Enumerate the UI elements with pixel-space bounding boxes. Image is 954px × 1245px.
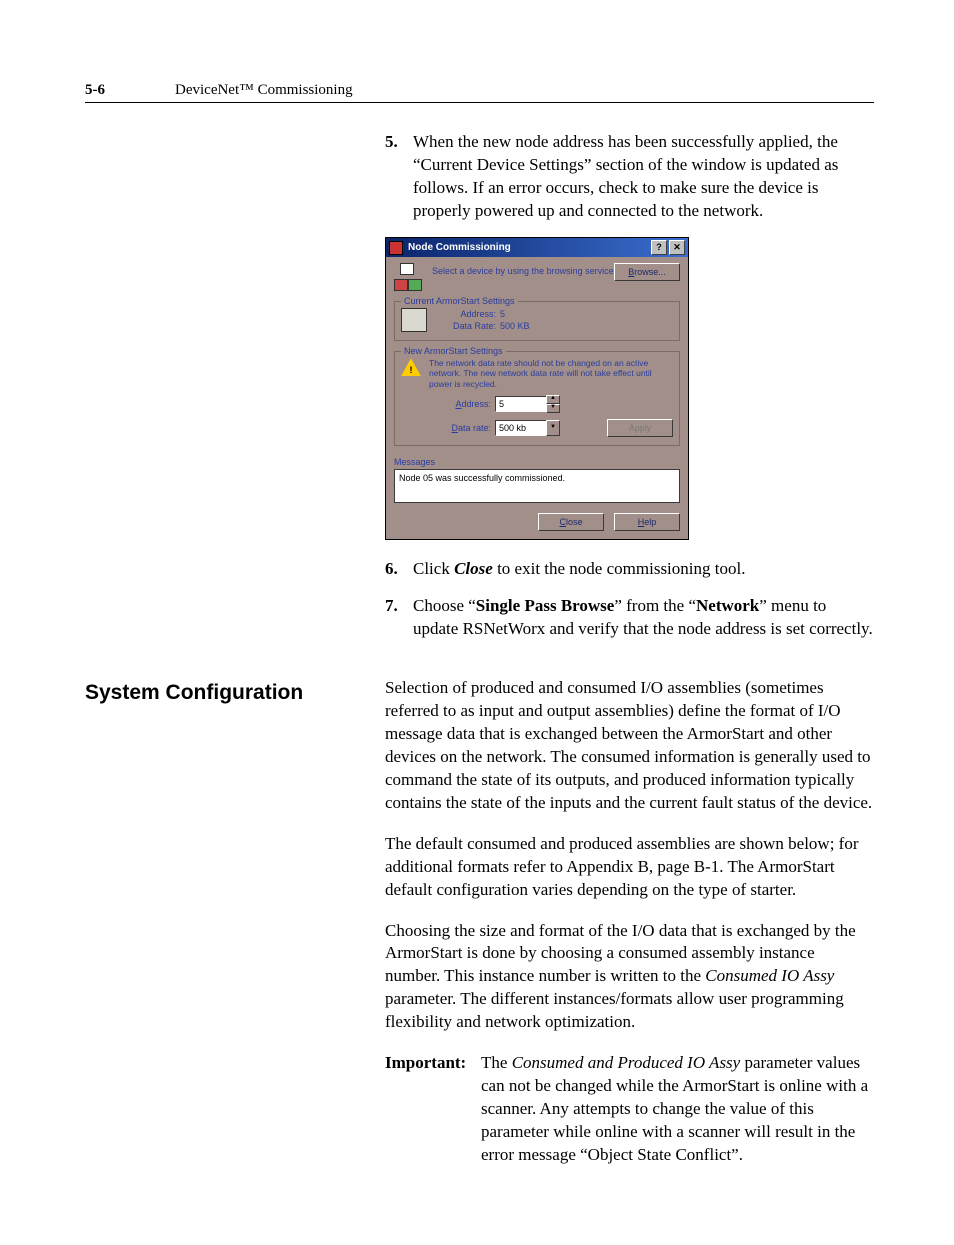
- current-settings-group: Current ArmorStart Settings Address:5 Da…: [394, 301, 680, 341]
- address-input[interactable]: 5: [495, 396, 547, 412]
- page-header: 5-6 DeviceNet™ Commissioning: [85, 80, 874, 103]
- header-title: DeviceNet™ Commissioning: [175, 80, 353, 100]
- step-text: Click Close to exit the node commissioni…: [413, 558, 874, 581]
- titlebar-help-button[interactable]: ?: [651, 240, 667, 255]
- paragraph: Selection of produced and consumed I/O a…: [385, 677, 874, 815]
- step-5: 5. When the new node address has been su…: [385, 131, 874, 223]
- step-text: Choose “Single Pass Browse” from the “Ne…: [413, 595, 874, 641]
- paragraph: The default consumed and produced assemb…: [385, 833, 874, 902]
- datarate-label: Data Rate:: [441, 320, 496, 332]
- address-label: Address:: [441, 308, 496, 320]
- titlebar-close-button[interactable]: ✕: [669, 240, 685, 255]
- new-datarate-label: Data rate:: [401, 422, 491, 434]
- step-text: When the new node address has been succe…: [413, 131, 874, 223]
- app-icon: [389, 241, 403, 255]
- new-settings-group: New ArmorStart Settings ! The network da…: [394, 351, 680, 446]
- address-spinner[interactable]: ▲▼: [546, 395, 560, 413]
- new-address-label: Address:: [401, 398, 491, 410]
- important-label: Important:: [385, 1052, 481, 1167]
- step-6: 6. Click Close to exit the node commissi…: [385, 558, 874, 581]
- step-number: 6.: [385, 558, 413, 581]
- node-commissioning-dialog: Node Commissioning ? ✕ Select a device b…: [385, 237, 689, 540]
- help-button[interactable]: Help: [614, 513, 680, 531]
- close-button[interactable]: Close: [538, 513, 604, 531]
- instruction-text: Select a device by using the browsing se…: [432, 263, 614, 277]
- apply-button[interactable]: Apply: [607, 419, 673, 437]
- datarate-value: 500 KB: [500, 321, 530, 331]
- browse-button[interactable]: Browse...: [614, 263, 680, 281]
- important-note: Important: The Consumed and Produced IO …: [385, 1052, 874, 1167]
- dialog-titlebar: Node Commissioning ? ✕: [386, 238, 688, 257]
- warning-icon: !: [401, 358, 421, 376]
- step-7: 7. Choose “Single Pass Browse” from the …: [385, 595, 874, 641]
- paragraph: Choosing the size and format of the I/O …: [385, 920, 874, 1035]
- step-number: 5.: [385, 131, 413, 223]
- messages-box: Node 05 was successfully commissioned.: [394, 469, 680, 503]
- page-number: 5-6: [85, 80, 105, 100]
- network-icon: [394, 263, 422, 291]
- dropdown-arrow-icon[interactable]: ▼: [546, 420, 560, 436]
- group-legend: New ArmorStart Settings: [401, 345, 506, 357]
- important-text: The Consumed and Produced IO Assy parame…: [481, 1052, 874, 1167]
- warning-text: The network data rate should not be chan…: [429, 358, 673, 389]
- dialog-title: Node Commissioning: [408, 241, 649, 255]
- step-number: 7.: [385, 595, 413, 641]
- group-legend: Current ArmorStart Settings: [401, 295, 518, 307]
- section-heading: System Configuration: [85, 679, 385, 707]
- datarate-select[interactable]: 500 kb: [495, 420, 547, 436]
- device-icon: [401, 308, 427, 332]
- address-value: 5: [500, 309, 505, 319]
- messages-label: Messages: [394, 456, 680, 468]
